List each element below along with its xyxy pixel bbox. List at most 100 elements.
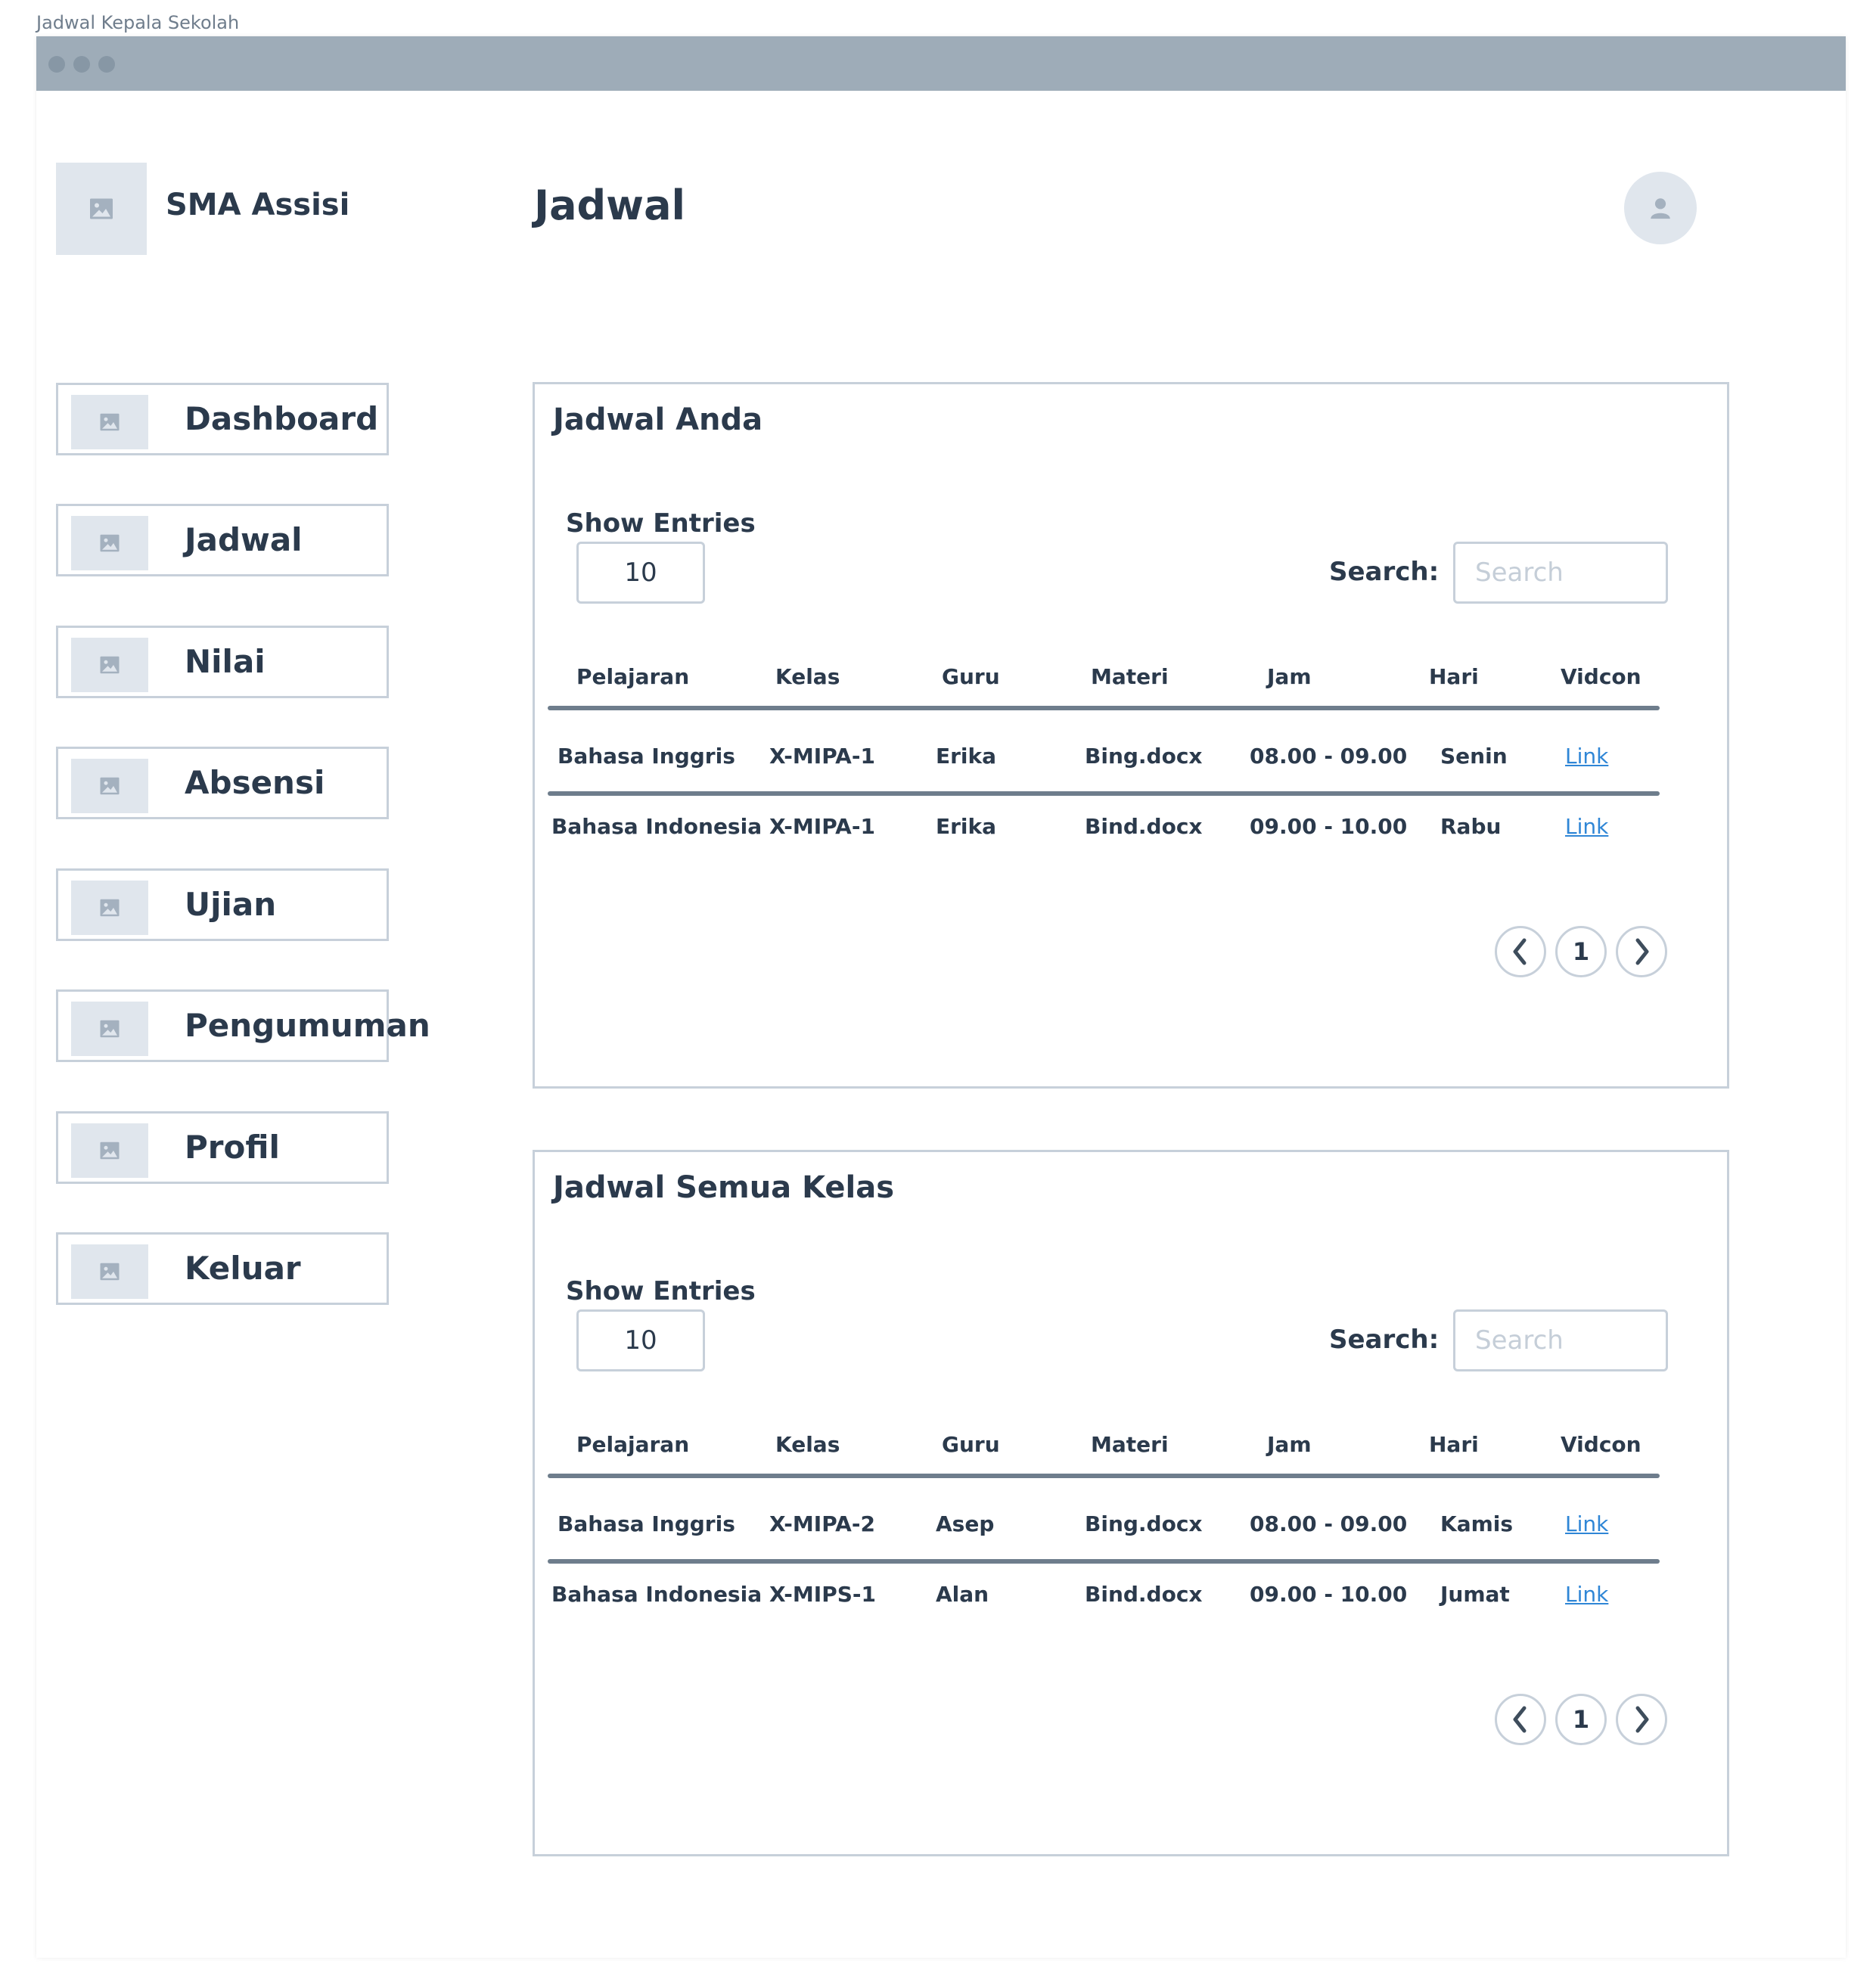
column-header-materi[interactable]: Materi (1091, 664, 1169, 689)
table-divider (548, 791, 1660, 796)
show-entries-label: Show Entries (566, 508, 756, 539)
cell-jam: 08.00 - 09.00 (1250, 744, 1408, 769)
card-jadwal-semua-kelas: Jadwal Semua Kelas Show Entries10 Search: P… (533, 1150, 1729, 1856)
column-header-vidcon[interactable]: Vidcon (1561, 664, 1642, 689)
cell-hari: Jumat (1440, 1582, 1510, 1607)
sidebar-item-nilai[interactable]: Nilai (56, 626, 389, 698)
image-placeholder-icon (71, 395, 148, 449)
pagination-page-button[interactable]: 1 (1555, 1694, 1607, 1745)
chevron-right-icon (1635, 938, 1649, 965)
image-placeholder-icon (71, 1244, 148, 1299)
frame-caption: Jadwal Kepala Sekolah (36, 12, 240, 33)
search-label: Search: (1329, 557, 1440, 587)
sidebar-item-label: Pengumuman (185, 1007, 430, 1044)
vidcon-link[interactable]: Link (1565, 1511, 1608, 1536)
search-label: Search: (1329, 1325, 1440, 1355)
image-placeholder-icon (90, 198, 113, 219)
pagination-prev-button[interactable] (1495, 926, 1546, 977)
cell-hari: Rabu (1440, 814, 1502, 839)
cell-kelas: X-MIPS-1 (769, 1582, 876, 1607)
chevron-left-icon (1513, 938, 1527, 965)
column-header-jam[interactable]: Jam (1267, 1432, 1312, 1457)
cell-jam: 08.00 - 09.00 (1250, 1511, 1408, 1536)
column-header-jam[interactable]: Jam (1267, 664, 1312, 689)
column-header-hari[interactable]: Hari (1429, 664, 1479, 689)
sidebar-item-ujian[interactable]: Ujian (56, 868, 389, 941)
window-titlebar (36, 36, 1846, 91)
column-header-materi[interactable]: Materi (1091, 1432, 1169, 1457)
column-header-guru[interactable]: Guru (942, 664, 1000, 689)
card-title: Jadwal Anda (553, 402, 763, 437)
cell-guru: Erika (936, 814, 997, 839)
sidebar-item-dashboard[interactable]: Dashboard (56, 383, 389, 455)
brand-logo (56, 163, 147, 255)
vidcon-link[interactable]: Link (1565, 1582, 1608, 1607)
entries-select[interactable]: 10 (576, 542, 705, 604)
cell-jam: 09.00 - 10.00 (1250, 1582, 1408, 1607)
sidebar-item-label: Dashboard (185, 400, 379, 437)
sidebar-item-label: Jadwal (185, 521, 303, 558)
page-title: Jadwal (534, 182, 686, 229)
chevron-left-icon (1513, 1706, 1527, 1733)
sidebar-item-keluar[interactable]: Keluar (56, 1232, 389, 1305)
sidebar-item-label: Nilai (185, 643, 266, 680)
image-placeholder-icon (71, 638, 148, 692)
column-header-vidcon[interactable]: Vidcon (1561, 1432, 1642, 1457)
column-header-kelas[interactable]: Kelas (775, 1432, 840, 1457)
image-placeholder-icon (71, 516, 148, 570)
sidebar-item-label: Keluar (185, 1250, 301, 1287)
sidebar-item-label: Absensi (185, 764, 325, 801)
show-entries-label: Show Entries (566, 1276, 756, 1306)
window-maximize-dot[interactable] (98, 56, 115, 73)
cell-jam: 09.00 - 10.00 (1250, 814, 1408, 839)
search-input[interactable] (1453, 542, 1668, 604)
cell-materi: Bing.docx (1085, 744, 1203, 769)
cell-hari: Senin (1440, 744, 1508, 769)
table-divider (548, 1474, 1660, 1478)
pagination-next-button[interactable] (1616, 926, 1667, 977)
card-jadwal-anda: Jadwal Anda Show Entries10 Search: Pelajara… (533, 382, 1729, 1089)
pagination-next-button[interactable] (1616, 1694, 1667, 1745)
pagination-page-button[interactable]: 1 (1555, 926, 1607, 977)
cell-materi: Bind.docx (1085, 1582, 1203, 1607)
vidcon-link[interactable]: Link (1565, 814, 1608, 839)
sidebar-item-pengumuman[interactable]: Pengumuman (56, 989, 430, 1062)
cell-materi: Bing.docx (1085, 1511, 1203, 1536)
cell-pelajaran: Bahasa Indonesia (551, 1582, 763, 1607)
user-icon (1651, 198, 1670, 219)
cell-kelas: X-MIPA-2 (769, 1511, 875, 1536)
sidebar-item-jadwal[interactable]: Jadwal (56, 504, 389, 576)
column-header-hari[interactable]: Hari (1429, 1432, 1479, 1457)
sidebar-item-profil[interactable]: Profil (56, 1111, 389, 1184)
cell-pelajaran: Bahasa Inggris (558, 1511, 735, 1536)
cell-pelajaran: Bahasa Indonesia (551, 814, 763, 839)
avatar[interactable] (1624, 172, 1697, 244)
column-header-pelajaran[interactable]: Pelajaran (576, 664, 689, 689)
chevron-right-icon (1635, 1706, 1649, 1733)
pagination-prev-button[interactable] (1495, 1694, 1546, 1745)
table-divider (548, 706, 1660, 710)
image-placeholder-icon (71, 1123, 148, 1178)
image-placeholder-icon (71, 881, 148, 935)
window-minimize-dot[interactable] (73, 56, 90, 73)
cell-guru: Alan (936, 1582, 989, 1607)
cell-materi: Bind.docx (1085, 814, 1203, 839)
table-divider (548, 1559, 1660, 1564)
cell-guru: Asep (936, 1511, 995, 1536)
cell-guru: Erika (936, 744, 997, 769)
vidcon-link[interactable]: Link (1565, 744, 1608, 769)
column-header-pelajaran[interactable]: Pelajaran (576, 1432, 689, 1457)
image-placeholder-icon (71, 1002, 148, 1056)
image-placeholder-icon (71, 759, 148, 813)
cell-pelajaran: Bahasa Inggris (558, 744, 735, 769)
column-header-kelas[interactable]: Kelas (775, 664, 840, 689)
entries-select[interactable]: 10 (576, 1309, 705, 1371)
sidebar-item-label: Profil (185, 1129, 280, 1166)
cell-hari: Kamis (1440, 1511, 1514, 1536)
sidebar-item-absensi[interactable]: Absensi (56, 747, 389, 819)
cell-kelas: X-MIPA-1 (769, 744, 875, 769)
window-close-dot[interactable] (48, 56, 65, 73)
search-input[interactable] (1453, 1309, 1668, 1371)
brand-name: SMA Assisi (166, 188, 350, 222)
column-header-guru[interactable]: Guru (942, 1432, 1000, 1457)
